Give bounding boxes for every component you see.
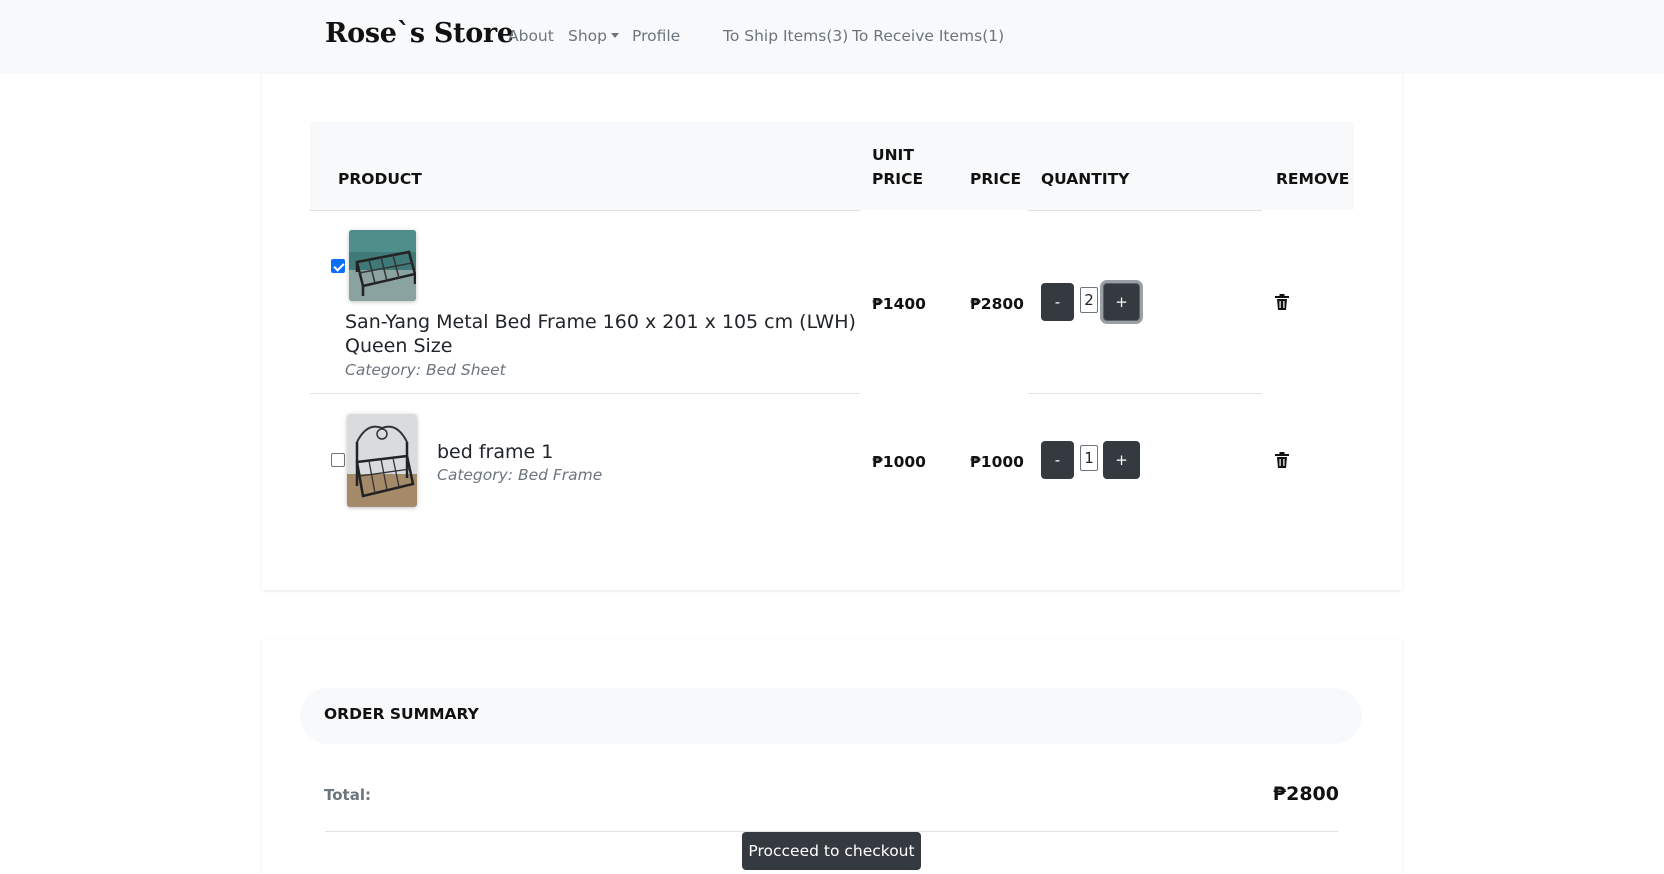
nav-shop-label: Shop <box>568 27 607 45</box>
line-price: ₱2800 <box>970 295 1024 313</box>
header-quantity: QUANTITY <box>1041 170 1130 188</box>
header-unit-price-line2: PRICE <box>872 170 924 188</box>
order-summary-header: ORDER SUMMARY <box>300 688 1362 744</box>
navbar: Rose`s Store About Shop Profile To Ship … <box>0 0 1664 74</box>
product-image <box>347 414 417 507</box>
cart-card: PRODUCT UNIT PRICE PRICE QUANTITY REMOVE… <box>262 74 1402 590</box>
total-label: Total: <box>324 786 371 804</box>
product-category: Category: Bed Frame <box>437 466 603 484</box>
quantity-field[interactable]: 1 <box>1080 445 1098 471</box>
product-name-line1[interactable]: San-Yang Metal Bed Frame 160 x 201 x 105… <box>345 310 856 334</box>
decrease-quantity-button[interactable]: - <box>1041 283 1074 321</box>
header-unit-price-line1: UNIT <box>872 146 914 164</box>
nav-to-receive-link[interactable]: To Receive Items(1) <box>852 27 1004 45</box>
order-summary-title: ORDER SUMMARY <box>324 705 479 723</box>
product-category: Category: Bed Sheet <box>345 361 506 379</box>
select-item-checkbox[interactable] <box>331 259 345 273</box>
nav-shop-dropdown[interactable]: Shop <box>568 27 619 45</box>
quantity-field[interactable]: 2 <box>1080 287 1098 313</box>
product-name-line2[interactable]: Queen Size <box>345 334 452 358</box>
product-image <box>349 230 416 301</box>
unit-price: ₱1400 <box>872 295 926 313</box>
divider <box>310 393 860 394</box>
checkout-button[interactable]: Procceed to checkout <box>742 832 921 870</box>
table-header-bg <box>310 122 1354 210</box>
divider <box>1028 393 1262 394</box>
decrease-quantity-button[interactable]: - <box>1041 441 1074 479</box>
unit-price: ₱1000 <box>872 453 926 471</box>
nav-to-ship-link[interactable]: To Ship Items(3) <box>723 27 848 45</box>
trash-icon[interactable] <box>1275 452 1289 468</box>
nav-profile-link[interactable]: Profile <box>632 27 680 45</box>
nav-about-link[interactable]: About <box>508 27 554 45</box>
product-name[interactable]: bed frame 1 <box>437 440 553 464</box>
header-price: PRICE <box>970 170 1022 188</box>
divider <box>1028 210 1262 211</box>
increase-quantity-button[interactable]: + <box>1103 283 1140 321</box>
header-remove: REMOVE <box>1276 170 1350 188</box>
select-item-checkbox[interactable] <box>331 453 345 467</box>
header-product: PRODUCT <box>338 170 422 188</box>
trash-icon[interactable] <box>1275 294 1289 310</box>
divider <box>310 210 860 211</box>
increase-quantity-button[interactable]: + <box>1103 441 1140 479</box>
caret-down-icon <box>611 33 619 38</box>
line-price: ₱1000 <box>970 453 1024 471</box>
total-value: ₱2800 <box>1272 783 1339 805</box>
store-brand[interactable]: Rose`s Store <box>325 18 514 49</box>
order-summary-card: ORDER SUMMARY Total: ₱2800 Procceed to c… <box>262 640 1402 874</box>
